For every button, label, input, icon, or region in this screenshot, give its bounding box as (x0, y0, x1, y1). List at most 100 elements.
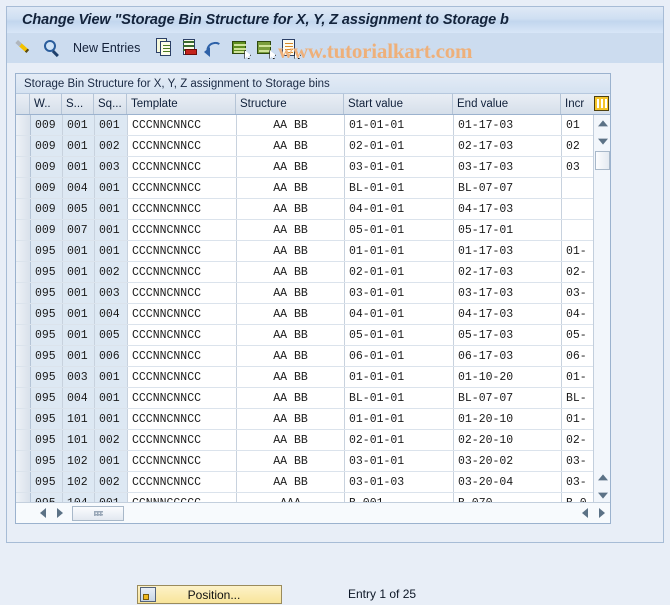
table-row[interactable]: 095 001 002 CCCNNCNNCC AA BB 02-01-01 02-17-03… (16, 262, 610, 283)
cell-structure[interactable]: AA BB (237, 199, 345, 219)
cell-template[interactable]: CCCNNCNNCC (128, 409, 237, 429)
cell-structure[interactable]: AA BB (237, 136, 345, 156)
cell-warehouse[interactable]: 009 (31, 136, 63, 156)
position-button[interactable]: Position... (137, 585, 282, 604)
cell-structure[interactable]: AA BB (237, 430, 345, 450)
cell-start_value[interactable]: 05-01-01 (345, 220, 454, 240)
cell-structure[interactable]: AA BB (237, 367, 345, 387)
cell-template[interactable]: CCCNNCNNCC (128, 451, 237, 471)
cell-start_value[interactable]: 01-01-01 (345, 115, 454, 135)
cell-sequence[interactable]: 001 (95, 451, 128, 471)
cell-template[interactable]: CCCNNCNNCC (128, 283, 237, 303)
select-all-icon[interactable] (229, 37, 252, 59)
row-select-button[interactable] (16, 367, 31, 387)
cell-warehouse[interactable]: 009 (31, 178, 63, 198)
cell-start_value[interactable]: 01-01-01 (345, 409, 454, 429)
grid-vertical-scrollbar[interactable] (593, 115, 610, 503)
cell-sequence[interactable]: 001 (95, 388, 128, 408)
column-header-end-value[interactable]: End value (453, 94, 561, 114)
cell-storage_type[interactable]: 001 (63, 262, 95, 282)
cell-start_value[interactable]: 02-01-01 (345, 430, 454, 450)
column-header-template[interactable]: Template (127, 94, 236, 114)
cell-end_value[interactable]: 05-17-03 (454, 325, 562, 345)
cell-sequence[interactable]: 001 (95, 115, 128, 135)
cell-start_value[interactable]: 03-01-03 (345, 472, 454, 492)
row-select-button[interactable] (16, 304, 31, 324)
table-row[interactable]: 095 001 006 CCCNNCNNCC AA BB 06-01-01 06-17-03… (16, 346, 610, 367)
copy-icon[interactable] (154, 37, 176, 59)
column-header-warehouse[interactable]: W.. (30, 94, 62, 114)
cell-start_value[interactable]: 05-01-01 (345, 325, 454, 345)
cell-warehouse[interactable]: 095 (31, 304, 63, 324)
row-select-button[interactable] (16, 346, 31, 366)
row-select-button[interactable] (16, 178, 31, 198)
table-row[interactable]: 009 001 003 CCCNNCNNCC AA BB 03-01-01 03-17-03… (16, 157, 610, 178)
cell-storage_type[interactable]: 005 (63, 199, 95, 219)
cell-warehouse[interactable]: 009 (31, 220, 63, 240)
cell-warehouse[interactable]: 009 (31, 115, 63, 135)
cell-sequence[interactable]: 001 (95, 409, 128, 429)
cell-warehouse[interactable]: 095 (31, 325, 63, 345)
row-select-button[interactable] (16, 136, 31, 156)
select-block-icon[interactable] (279, 37, 302, 59)
cell-storage_type[interactable]: 001 (63, 136, 95, 156)
cell-structure[interactable]: AA BB (237, 346, 345, 366)
column-header-storage-type[interactable]: S... (62, 94, 94, 114)
cell-storage_type[interactable]: 101 (63, 409, 95, 429)
column-header-structure[interactable]: Structure (236, 94, 344, 114)
cell-sequence[interactable]: 002 (95, 472, 128, 492)
cell-start_value[interactable]: 04-01-01 (345, 304, 454, 324)
cell-template[interactable]: CCCNNCNNCC (128, 157, 237, 177)
cell-storage_type[interactable]: 001 (63, 115, 95, 135)
table-row[interactable]: 095 001 003 CCCNNCNNCC AA BB 03-01-01 03-17-03… (16, 283, 610, 304)
cell-sequence[interactable]: 002 (95, 262, 128, 282)
table-row[interactable]: 009 001 002 CCCNNCNNCC AA BB 02-01-01 02-17-03… (16, 136, 610, 157)
cell-warehouse[interactable]: 009 (31, 199, 63, 219)
cell-warehouse[interactable]: 095 (31, 241, 63, 261)
row-select-button[interactable] (16, 283, 31, 303)
cell-storage_type[interactable]: 102 (63, 451, 95, 471)
cell-template[interactable]: CCCNNCNNCC (128, 115, 237, 135)
cell-end_value[interactable]: 03-17-03 (454, 283, 562, 303)
cell-template[interactable]: CCCNNCNNCC (128, 220, 237, 240)
cell-warehouse[interactable]: 095 (31, 346, 63, 366)
cell-template[interactable]: CCCNNCNNCC (128, 199, 237, 219)
cell-end_value[interactable]: 06-17-03 (454, 346, 562, 366)
undo-icon[interactable] (204, 37, 226, 59)
cell-start_value[interactable]: 01-01-01 (345, 241, 454, 261)
vertical-scroll-thumb[interactable] (595, 151, 610, 170)
cell-sequence[interactable]: 001 (95, 199, 128, 219)
row-select-button[interactable] (16, 115, 31, 135)
cell-sequence[interactable]: 002 (95, 430, 128, 450)
cell-storage_type[interactable]: 003 (63, 367, 95, 387)
cell-warehouse[interactable]: 095 (31, 451, 63, 471)
cell-warehouse[interactable]: 095 (31, 430, 63, 450)
cell-warehouse[interactable]: 095 (31, 388, 63, 408)
cell-end_value[interactable]: BL-07-07 (454, 388, 562, 408)
cell-warehouse[interactable]: 095 (31, 262, 63, 282)
cell-end_value[interactable]: 04-17-03 (454, 199, 562, 219)
cell-structure[interactable]: AA BB (237, 241, 345, 261)
scroll-page-down-button[interactable] (594, 486, 610, 503)
cell-structure[interactable]: AA BB (237, 115, 345, 135)
cell-structure[interactable]: AA BB (237, 262, 345, 282)
cell-storage_type[interactable]: 101 (63, 430, 95, 450)
cell-template[interactable]: CCCNNCNNCC (128, 472, 237, 492)
table-row[interactable]: 095 102 001 CCCNNCNNCC AA BB 03-01-01 03-20-02… (16, 451, 610, 472)
cell-end_value[interactable]: 03-20-04 (454, 472, 562, 492)
table-row[interactable]: 095 001 001 CCCNNCNNCC AA BB 01-01-01 01-17-03… (16, 241, 610, 262)
scroll-right-button[interactable] (51, 505, 68, 522)
table-row[interactable]: 095 102 002 CCCNNCNNCC AA BB 03-01-03 03-20-04… (16, 472, 610, 493)
scroll-page-left-button[interactable] (576, 505, 593, 522)
cell-start_value[interactable]: 06-01-01 (345, 346, 454, 366)
table-row[interactable]: 009 005 001 CCCNNCNNCC AA BB 04-01-01 04-17-03 (16, 199, 610, 220)
cell-structure[interactable]: AA BB (237, 325, 345, 345)
cell-end_value[interactable]: 03-20-02 (454, 451, 562, 471)
deselect-all-icon[interactable] (254, 37, 277, 59)
cell-template[interactable]: CCCNNCNNCC (128, 262, 237, 282)
cell-end_value[interactable]: 01-10-20 (454, 367, 562, 387)
row-select-button[interactable] (16, 262, 31, 282)
cell-warehouse[interactable]: 095 (31, 472, 63, 492)
cell-structure[interactable]: AA BB (237, 388, 345, 408)
cell-template[interactable]: CCCNNCNNCC (128, 388, 237, 408)
